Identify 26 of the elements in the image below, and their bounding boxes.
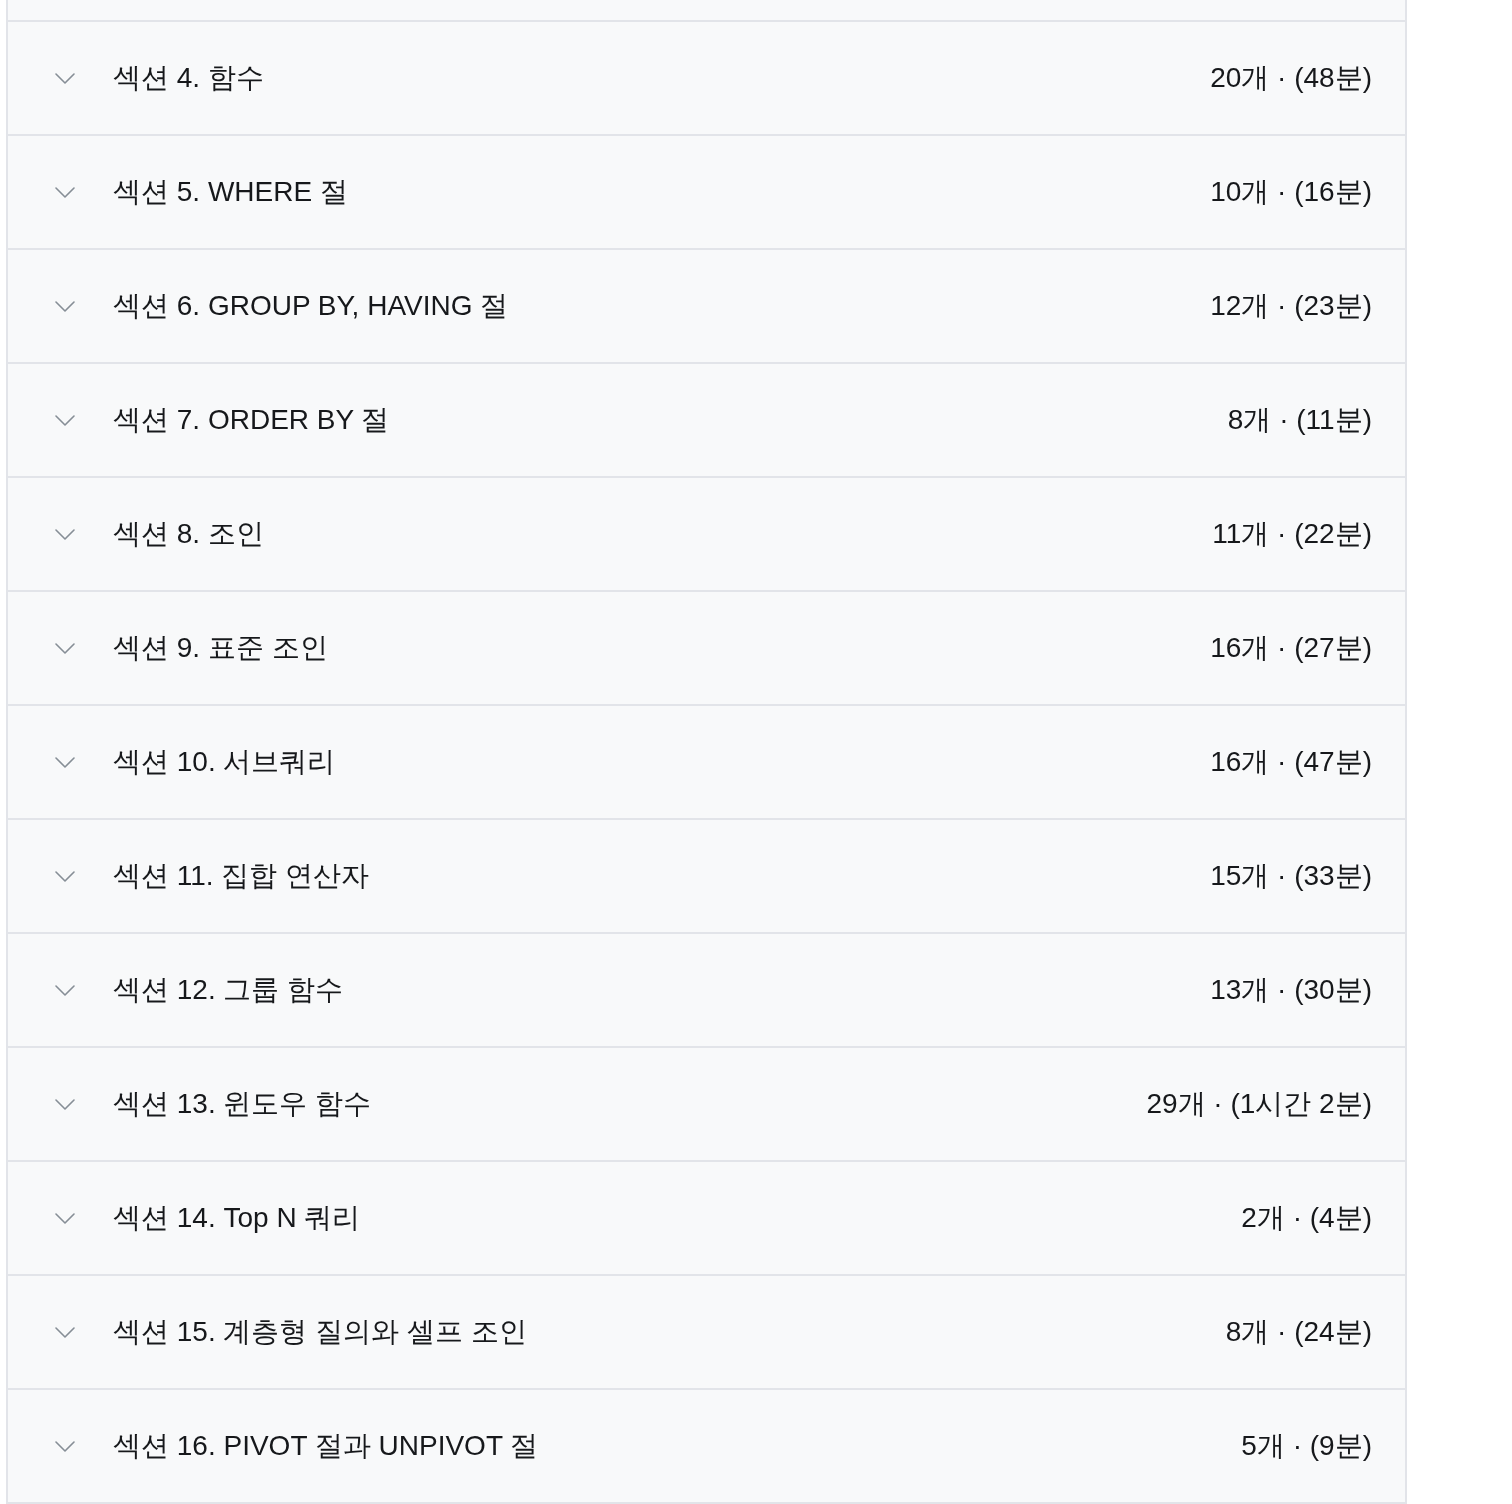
section-title: 섹션 10. 서브쿼리: [113, 745, 336, 779]
section-title: 섹션 16. PIVOT 절과 UNPIVOT 절: [113, 1429, 539, 1463]
lecture-count-duration: 16개 · (27분): [1210, 631, 1372, 665]
section-title: 섹션 7. ORDER BY 절: [113, 403, 390, 437]
lecture-count-duration: 13개 · (30분): [1210, 973, 1372, 1007]
section-title: 섹션 14. Top N 쿼리: [113, 1201, 361, 1235]
lecture-count-duration: 16개 · (47분): [1210, 745, 1372, 779]
lecture-count-duration: 15개 · (33분): [1210, 859, 1372, 893]
section-title: 섹션 8. 조인: [113, 517, 264, 551]
lecture-count-duration: 12개 · (23분): [1210, 289, 1372, 323]
lecture-count-duration: 2개 · (4분): [1241, 1201, 1372, 1235]
section-title: 섹션 6. GROUP BY, HAVING 절: [113, 289, 509, 323]
lecture-count-duration: 29개 · (1시간 2분): [1146, 1087, 1372, 1121]
section-title: 섹션 5. WHERE 절: [113, 175, 348, 209]
section-title: 섹션 12. 그룹 함수: [113, 973, 344, 1007]
section-title: 섹션 15. 계층형 질의와 셀프 조인: [113, 1315, 527, 1349]
lecture-count-duration: 11개 · (22분): [1212, 517, 1372, 551]
lecture-count-duration: 8개 · (24분): [1225, 1315, 1372, 1349]
section-title: 섹션 11. 집합 연산자: [113, 859, 370, 893]
lecture-count-duration: 5개 · (9분): [1241, 1429, 1372, 1463]
lecture-count-duration: 10개 · (16분): [1210, 175, 1372, 209]
section-title: 섹션 9. 표준 조인: [113, 631, 328, 665]
lecture-count-duration: 20개 · (48분): [1210, 61, 1372, 95]
lecture-count-duration: 8개 · (11분): [1227, 403, 1372, 437]
section-title: 섹션 4. 함수: [113, 61, 264, 95]
section-title: 섹션 13. 윈도우 함수: [113, 1087, 372, 1121]
